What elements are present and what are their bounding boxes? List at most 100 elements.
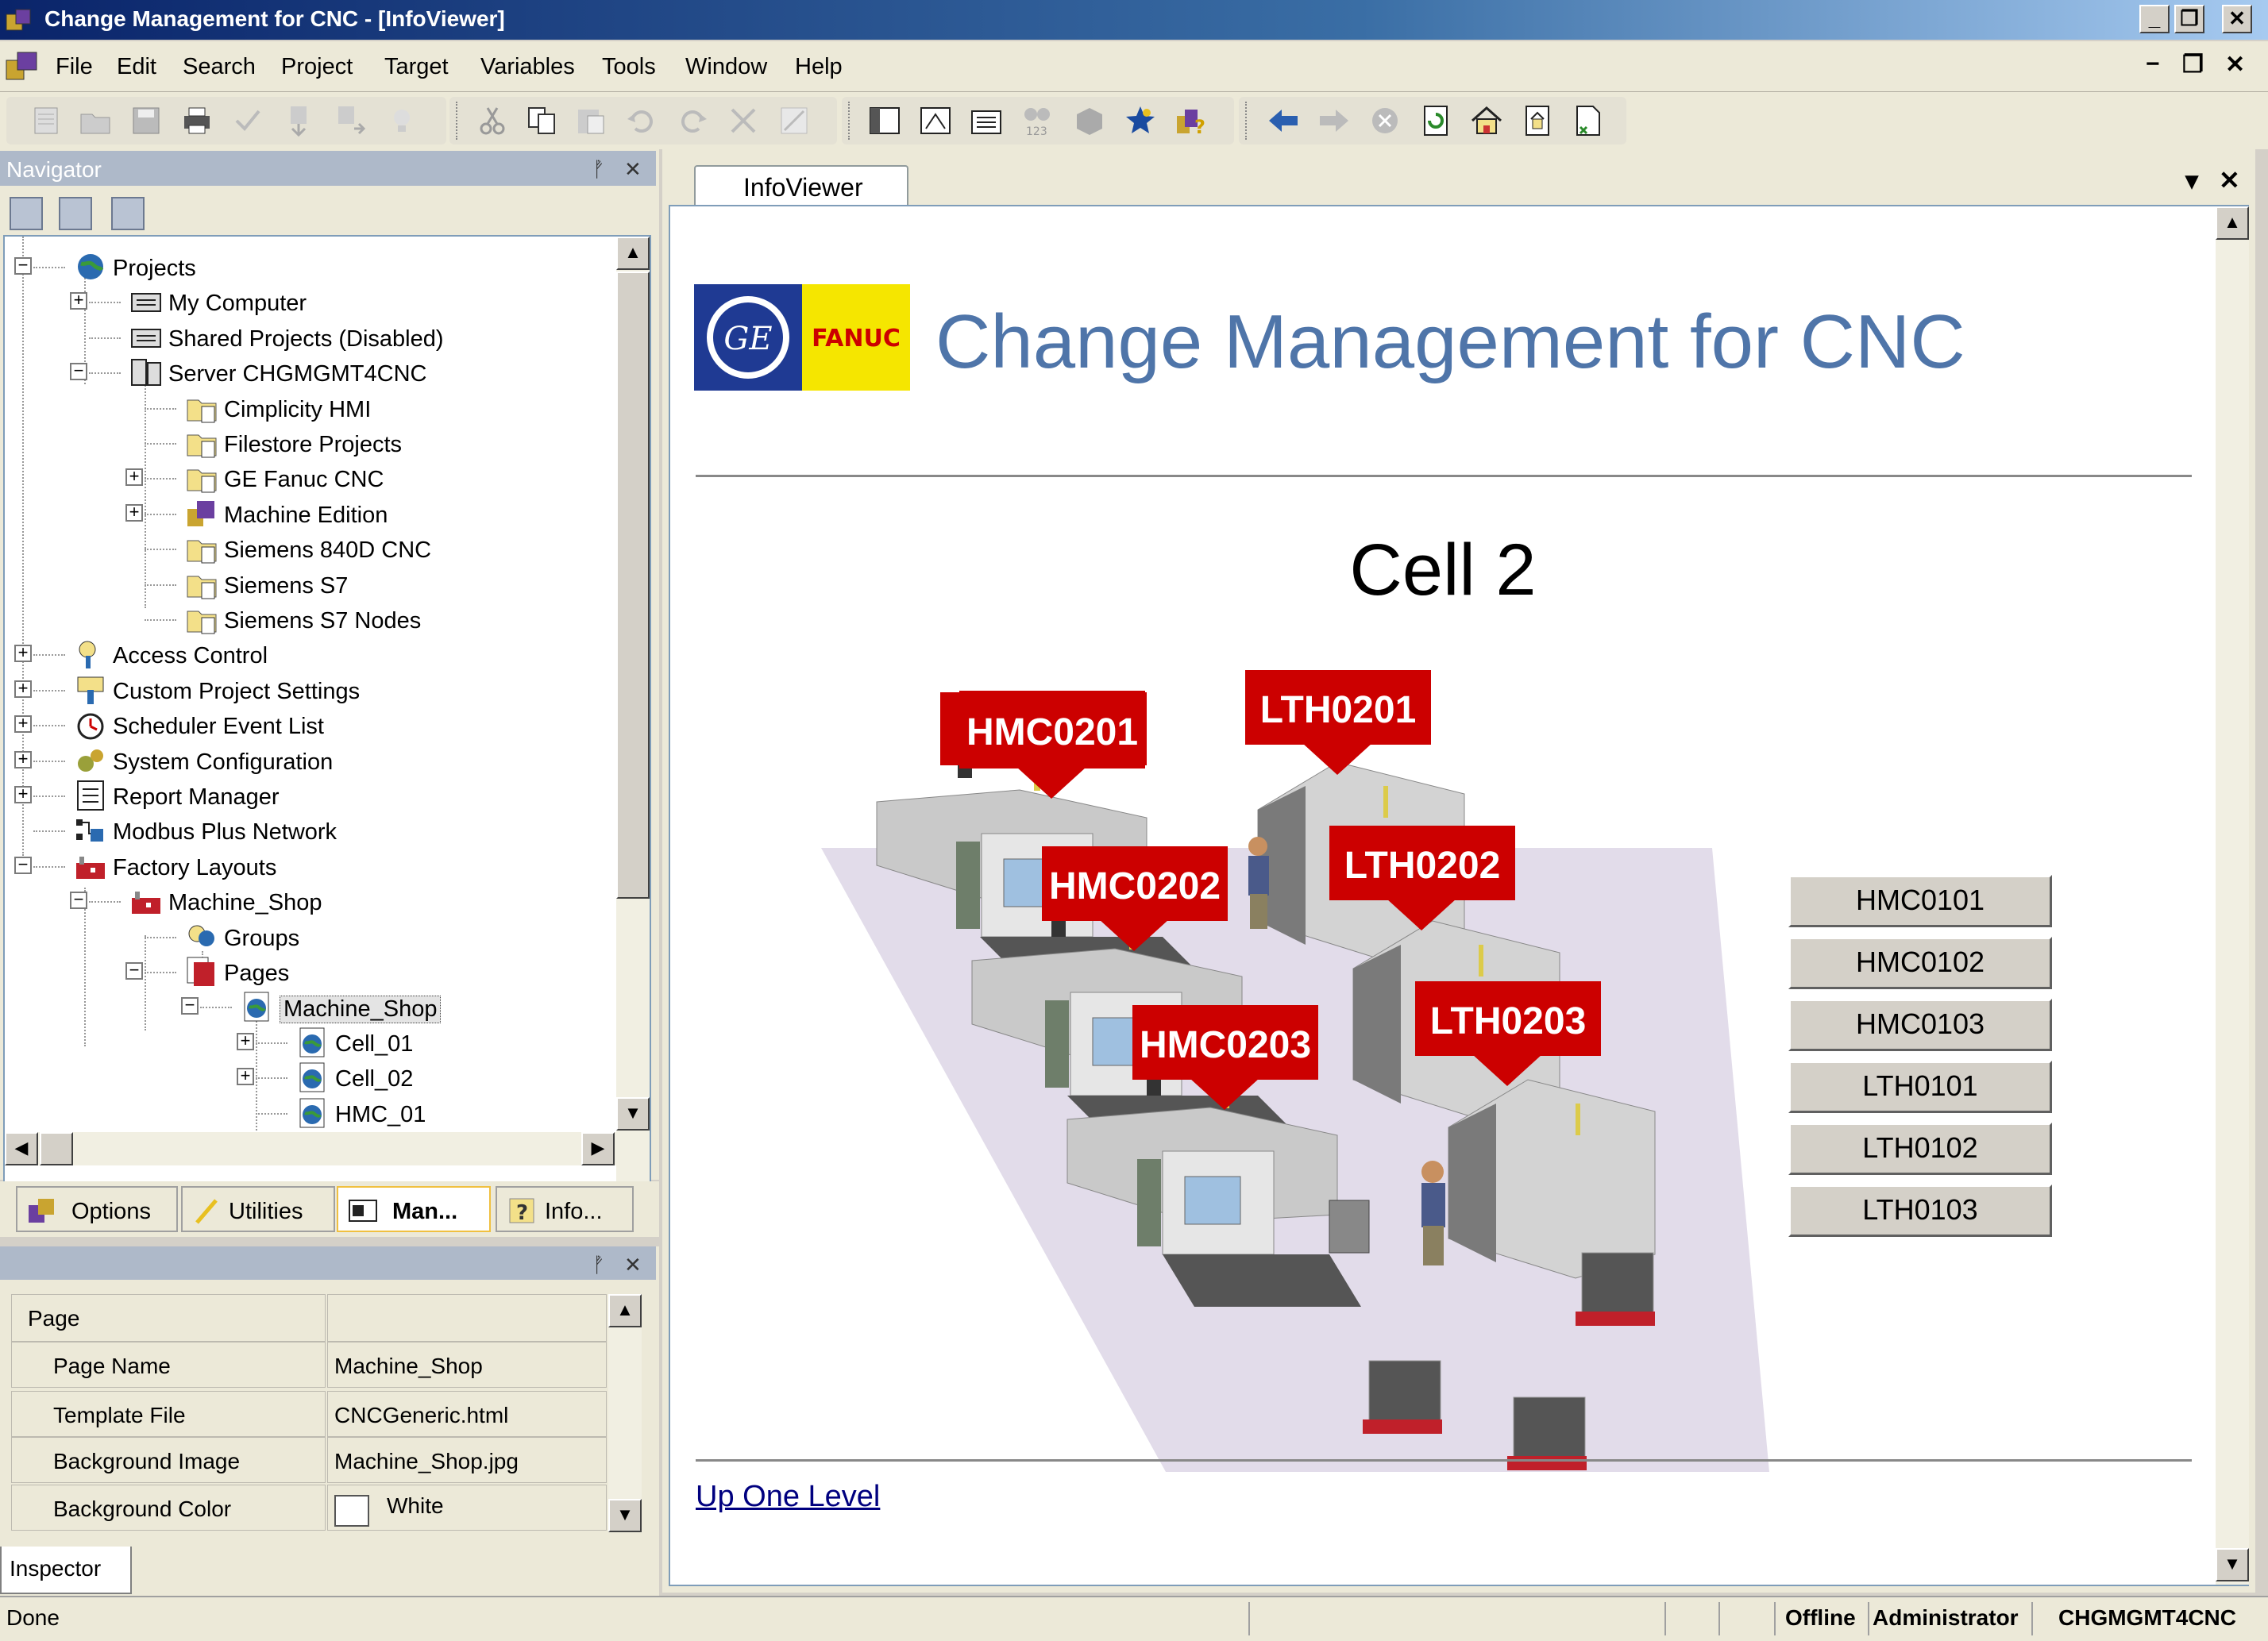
up-one-level-link[interactable]: Up One Level xyxy=(696,1480,880,1514)
machine-button-hmc0101[interactable]: HMC0101 xyxy=(1788,875,2052,927)
stop-icon[interactable] xyxy=(1367,103,1402,138)
tree-view-icon[interactable] xyxy=(59,197,92,230)
machine-button-hmc0102[interactable]: HMC0102 xyxy=(1788,937,2052,989)
expand-icon[interactable]: + xyxy=(125,503,143,522)
tree-item[interactable]: Filestore Projects xyxy=(5,426,608,460)
machine-button-lth0102[interactable]: LTH0102 xyxy=(1788,1123,2052,1175)
tree-item[interactable]: + My Computer xyxy=(5,284,608,319)
document-icon[interactable] xyxy=(1571,103,1606,138)
tree-item[interactable]: − Factory Layouts xyxy=(5,849,608,884)
copy-icon[interactable] xyxy=(524,103,559,138)
tab-utilities[interactable]: Utilities xyxy=(181,1186,335,1232)
expand-icon[interactable]: + xyxy=(14,749,32,768)
property-value[interactable]: Machine_Shop xyxy=(327,1342,607,1388)
inspector-icon[interactable] xyxy=(918,103,953,138)
tree-vertical-scrollbar[interactable]: ▲ ▼ xyxy=(616,237,650,1186)
open-icon[interactable] xyxy=(78,103,113,138)
grid-view-icon[interactable] xyxy=(10,197,43,230)
lightbulb-icon[interactable] xyxy=(384,103,419,138)
tab-info[interactable]: ? Info... xyxy=(496,1186,634,1232)
blocks-icon[interactable] xyxy=(1072,103,1107,138)
machine-label-lth0201[interactable]: LTH0201 xyxy=(1245,670,1431,775)
expand-icon[interactable]: + xyxy=(14,715,32,734)
undo-icon[interactable] xyxy=(624,103,659,138)
inspector-scrollbar[interactable]: ▲ ▼ xyxy=(608,1294,642,1532)
new-project-icon[interactable] xyxy=(29,103,64,138)
menu-search[interactable]: Search xyxy=(183,54,256,80)
close-panel-icon[interactable]: ✕ xyxy=(624,157,642,182)
collapse-icon[interactable]: − xyxy=(14,855,32,874)
expand-icon[interactable]: + xyxy=(237,1031,254,1050)
tab-manager[interactable]: Man... xyxy=(337,1186,491,1232)
scroll-down-button[interactable]: ▼ xyxy=(2216,1548,2249,1581)
forward-icon[interactable] xyxy=(1317,103,1352,138)
scroll-down-button[interactable]: ▼ xyxy=(616,1097,650,1131)
mdi-minimize-button[interactable]: − xyxy=(2146,51,2160,78)
tree-item[interactable]: Cimplicity HMI xyxy=(5,391,608,426)
tree-item[interactable]: Shared Projects (Disabled) xyxy=(5,320,608,355)
variables-icon[interactable]: 123 xyxy=(1020,103,1055,138)
collapse-icon[interactable]: − xyxy=(70,362,87,381)
print-icon[interactable] xyxy=(179,103,214,138)
collapse-icon[interactable]: − xyxy=(70,891,87,910)
tab-list-dropdown[interactable]: ▾ xyxy=(2185,165,2198,195)
expand-icon[interactable]: + xyxy=(14,644,32,663)
content-vertical-scrollbar[interactable]: ▲ ▼ xyxy=(2216,206,2249,1585)
expand-icon[interactable]: + xyxy=(125,468,143,487)
tree-item[interactable]: − Pages xyxy=(5,954,608,989)
menu-file[interactable]: File xyxy=(56,54,93,80)
close-tab-button[interactable]: ✕ xyxy=(2219,165,2240,195)
close-panel-icon[interactable]: ✕ xyxy=(624,1253,642,1277)
check-icon[interactable] xyxy=(230,103,265,138)
tree-item[interactable]: − Projects xyxy=(5,249,608,284)
pin-icon[interactable]: ᚡ xyxy=(592,157,605,182)
scroll-thumb[interactable] xyxy=(616,272,650,899)
tree-item[interactable]: + Scheduler Event List xyxy=(5,707,608,742)
page-icon[interactable] xyxy=(1520,103,1555,138)
help-icon[interactable]: ? xyxy=(1174,103,1209,138)
menu-target[interactable]: Target xyxy=(384,54,449,80)
delete-icon[interactable] xyxy=(726,103,761,138)
close-window-button[interactable]: ✕ xyxy=(2222,5,2252,33)
cut-icon[interactable] xyxy=(475,103,510,138)
machine-button-lth0101[interactable]: LTH0101 xyxy=(1788,1061,2052,1113)
menu-window[interactable]: Window xyxy=(685,54,767,80)
back-icon[interactable] xyxy=(1266,103,1301,138)
tree-item[interactable]: + System Configuration xyxy=(5,743,608,778)
upload-icon[interactable] xyxy=(332,103,367,138)
menu-variables[interactable]: Variables xyxy=(480,54,575,80)
tab-inspector[interactable]: Inspector xyxy=(0,1547,132,1594)
tree-item[interactable]: − Server CHGMGMT4CNC xyxy=(5,355,608,390)
save-icon[interactable] xyxy=(129,103,164,138)
collapse-icon[interactable]: − xyxy=(14,256,32,275)
tree-horizontal-scrollbar[interactable]: ◀ ▶ xyxy=(5,1132,616,1165)
pin-icon[interactable]: ᚡ xyxy=(592,1253,605,1277)
tree-item[interactable]: + Cell_02 xyxy=(5,1060,608,1095)
redo-icon[interactable] xyxy=(675,103,710,138)
tree-item[interactable]: Groups xyxy=(5,919,608,954)
refresh-icon[interactable] xyxy=(1418,103,1453,138)
expand-icon[interactable]: + xyxy=(237,1067,254,1086)
companion-icon[interactable] xyxy=(969,103,1004,138)
tree-item[interactable]: Siemens 840D CNC xyxy=(5,531,608,566)
scroll-up-button[interactable]: ▲ xyxy=(2216,206,2249,240)
collapse-icon[interactable]: − xyxy=(125,961,143,980)
expand-icon[interactable]: + xyxy=(14,679,32,698)
tree-item[interactable]: + Custom Project Settings xyxy=(5,672,608,707)
tab-options[interactable]: Options xyxy=(16,1186,178,1232)
expand-icon[interactable]: + xyxy=(14,785,32,803)
tree-item[interactable]: Siemens S7 Nodes xyxy=(5,602,608,637)
hscroll-thumb[interactable] xyxy=(40,1132,73,1165)
scroll-down-button[interactable]: ▼ xyxy=(608,1499,642,1532)
navigator-icon[interactable] xyxy=(867,103,902,138)
menu-tools[interactable]: Tools xyxy=(602,54,656,80)
tab-infoviewer[interactable]: InfoViewer xyxy=(694,165,908,205)
tree-item[interactable]: + GE Fanuc CNC xyxy=(5,460,608,495)
tree-item[interactable]: Siemens S7 xyxy=(5,567,608,602)
scroll-up-button[interactable]: ▲ xyxy=(616,237,650,270)
tree-item[interactable]: Modbus Plus Network xyxy=(5,813,608,848)
collapse-icon[interactable]: − xyxy=(181,996,199,1015)
mdi-close-button[interactable]: ✕ xyxy=(2225,51,2245,79)
property-value[interactable]: CNCGeneric.html xyxy=(327,1391,607,1437)
tree-item[interactable]: − Machine_Shop xyxy=(5,884,608,919)
